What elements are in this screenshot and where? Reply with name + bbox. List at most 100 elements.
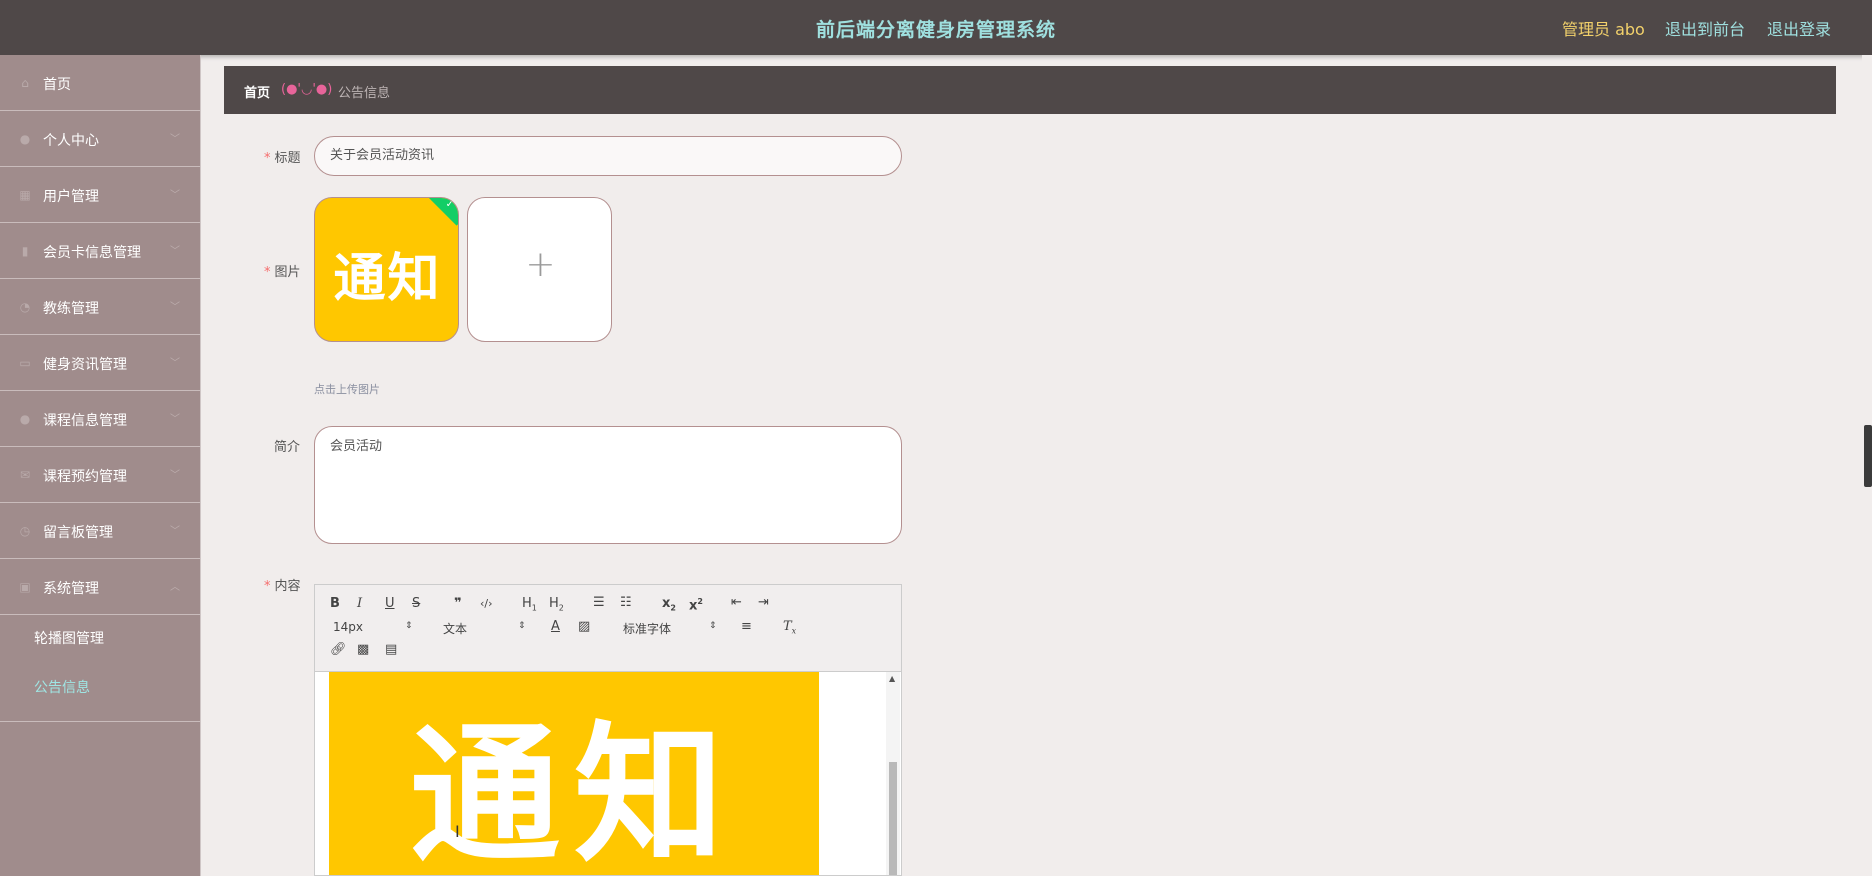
image-upload-button[interactable]: + xyxy=(467,197,612,342)
booking-icon: ✉ xyxy=(19,468,31,482)
sidebar-item-membership-cards[interactable]: ▮ 会员卡信息管理 ﹀ xyxy=(0,223,200,279)
breadcrumb-separator: (●'◡'●) xyxy=(281,82,333,97)
video-icon[interactable]: ▤ xyxy=(385,642,397,658)
sidebar-item-users[interactable]: ▦ 用户管理 ﹀ xyxy=(0,167,200,223)
font-family-picker[interactable]: 标准字体 ⇕ xyxy=(623,620,718,637)
exit-to-front-link[interactable]: 退出到前台 xyxy=(1665,16,1745,40)
code-block-icon[interactable]: ‹/› xyxy=(480,596,493,612)
sidebar-subitem-announcements[interactable]: 公告信息 xyxy=(0,664,200,713)
plus-icon: + xyxy=(525,244,556,285)
subscript-button[interactable]: x2 xyxy=(662,596,676,617)
coach-icon: ◔ xyxy=(19,300,31,314)
editor-scrollbar[interactable]: ▲ xyxy=(886,672,900,875)
updown-arrow-icon: ⇕ xyxy=(518,621,526,631)
underline-button[interactable]: U xyxy=(385,596,395,612)
superscript-button[interactable]: x2 xyxy=(689,594,703,614)
intro-textarea[interactable]: 会员活动 xyxy=(314,426,902,544)
updown-arrow-icon: ⇕ xyxy=(709,621,717,631)
chevron-up-icon: ︿ xyxy=(170,582,180,593)
h1-button[interactable]: H1 xyxy=(522,596,537,617)
content-image: 通知 xyxy=(329,672,819,875)
chevron-down-icon: ﹀ xyxy=(170,414,180,425)
italic-button[interactable]: I xyxy=(357,596,362,612)
content-image-text: 通知 xyxy=(409,707,738,875)
intro-label: 简介 xyxy=(274,440,301,455)
sidebar-item-label: 健身资讯管理 xyxy=(43,357,127,373)
sidebar-item-courses[interactable]: ● 课程信息管理 ﹀ xyxy=(0,391,200,447)
image-icon[interactable]: ▩ xyxy=(357,642,369,658)
sidebar-item-label: 课程信息管理 xyxy=(43,413,127,429)
sidebar-item-label: 教练管理 xyxy=(43,301,99,317)
sidebar-item-label: 会员卡信息管理 xyxy=(43,245,141,261)
check-icon: ✓ xyxy=(445,199,454,210)
breadcrumb: 首页 (●'◡'●) 公告信息 xyxy=(224,66,1836,114)
font-size-picker[interactable]: 14px ⇕ xyxy=(333,620,413,634)
text-cursor-icon: I xyxy=(455,822,460,841)
breadcrumb-home[interactable]: 首页 xyxy=(244,82,270,101)
thumbnail-text: 通知 xyxy=(333,248,442,309)
page-scroll-thumb[interactable] xyxy=(1864,425,1872,487)
logout-link[interactable]: 退出登录 xyxy=(1767,16,1831,40)
chevron-down-icon: ﹀ xyxy=(170,470,180,481)
outdent-icon[interactable]: ⇤ xyxy=(731,595,742,611)
sidebar-item-personal-center[interactable]: ● 个人中心 ﹀ xyxy=(0,111,200,167)
upload-tip: 点击上传图片 xyxy=(314,383,380,396)
clean-format-icon[interactable]: Tx xyxy=(783,619,796,640)
sidebar-subitem-carousel[interactable]: 轮播图管理 xyxy=(0,615,200,664)
breadcrumb-current: 公告信息 xyxy=(338,86,391,101)
image-label: * 图片 xyxy=(264,265,301,280)
sidebar-item-course-booking[interactable]: ✉ 课程预约管理 ﹀ xyxy=(0,447,200,503)
chevron-down-icon: ﹀ xyxy=(170,134,180,145)
title-label: * 标题 xyxy=(264,151,301,166)
system-submenu: 轮播图管理 公告信息 xyxy=(0,615,200,722)
indent-icon[interactable]: ⇥ xyxy=(758,595,769,611)
sidebar-item-label: 个人中心 xyxy=(43,133,99,149)
header-picker[interactable]: 文本 ⇕ xyxy=(443,620,528,637)
sidebar-item-system[interactable]: ▣ 系统管理 ︿ xyxy=(0,559,200,615)
top-bar: 前后端分离健身房管理系统 管理员 abo 退出到前台 退出登录 xyxy=(0,0,1872,55)
chevron-down-icon: ﹀ xyxy=(170,358,180,369)
text-color-icon[interactable]: A xyxy=(551,619,560,635)
course-icon: ● xyxy=(19,412,31,426)
user-icon: ● xyxy=(19,132,31,146)
grid-icon: ▦ xyxy=(19,188,31,202)
bold-button[interactable]: B xyxy=(330,596,340,612)
sidebar-item-home[interactable]: ⌂ 首页 xyxy=(0,55,200,111)
background-color-icon[interactable]: ▨ xyxy=(578,619,590,635)
news-icon: ▭ xyxy=(19,356,31,370)
scroll-up-arrow-icon[interactable]: ▲ xyxy=(889,674,895,683)
chevron-down-icon: ﹀ xyxy=(170,302,180,313)
blockquote-icon[interactable]: ❞ xyxy=(454,596,462,612)
sidebar-item-label: 留言板管理 xyxy=(43,525,113,541)
uploaded-image-thumbnail[interactable]: 通知 ✓ xyxy=(314,197,459,342)
strike-button[interactable]: S xyxy=(412,596,420,612)
align-icon[interactable]: ≡ xyxy=(741,619,752,635)
card-icon: ▮ xyxy=(21,244,29,258)
current-user: 管理员 abo xyxy=(1562,20,1645,39)
sidebar-item-label: 系统管理 xyxy=(43,581,99,597)
updown-arrow-icon: ⇕ xyxy=(405,621,413,631)
link-icon[interactable]: 🔗︎ xyxy=(330,642,347,658)
sidebar-item-fitness-news[interactable]: ▭ 健身资讯管理 ﹀ xyxy=(0,335,200,391)
sidebar-item-message-board[interactable]: ◷ 留言板管理 ﹀ xyxy=(0,503,200,559)
content-label: * 内容 xyxy=(264,579,301,594)
editor-toolbar: B I U S ❞ ‹/› H1 H2 ☰ ☷ x2 x2 ⇤ ⇥ 14px ⇕ … xyxy=(315,585,901,672)
chevron-down-icon: ﹀ xyxy=(170,526,180,537)
sidebar-item-label: 课程预约管理 xyxy=(43,469,127,485)
settings-icon: ▣ xyxy=(19,580,31,594)
sidebar: ⌂ 首页 ● 个人中心 ﹀ ▦ 用户管理 ﹀ ▮ 会员卡信息管理 ﹀ ◔ 教练管… xyxy=(0,55,201,876)
message-icon: ◷ xyxy=(19,524,31,538)
editor-scroll-thumb[interactable] xyxy=(889,762,897,875)
ordered-list-icon[interactable]: ☰ xyxy=(593,595,605,611)
h2-button[interactable]: H2 xyxy=(549,596,564,617)
rich-text-editor: B I U S ❞ ‹/› H1 H2 ☰ ☷ x2 x2 ⇤ ⇥ 14px ⇕ … xyxy=(314,584,902,876)
chevron-down-icon: ﹀ xyxy=(170,190,180,201)
page-scrollbar[interactable] xyxy=(1862,55,1872,876)
editor-content[interactable]: 通知 I xyxy=(315,672,901,875)
chevron-down-icon: ﹀ xyxy=(170,246,180,257)
sidebar-item-coaches[interactable]: ◔ 教练管理 ﹀ xyxy=(0,279,200,335)
bullet-list-icon[interactable]: ☷ xyxy=(620,595,632,611)
home-icon: ⌂ xyxy=(21,76,29,90)
title-input[interactable]: 关于会员活动资讯 xyxy=(314,136,902,176)
sidebar-item-label: 用户管理 xyxy=(43,189,99,205)
